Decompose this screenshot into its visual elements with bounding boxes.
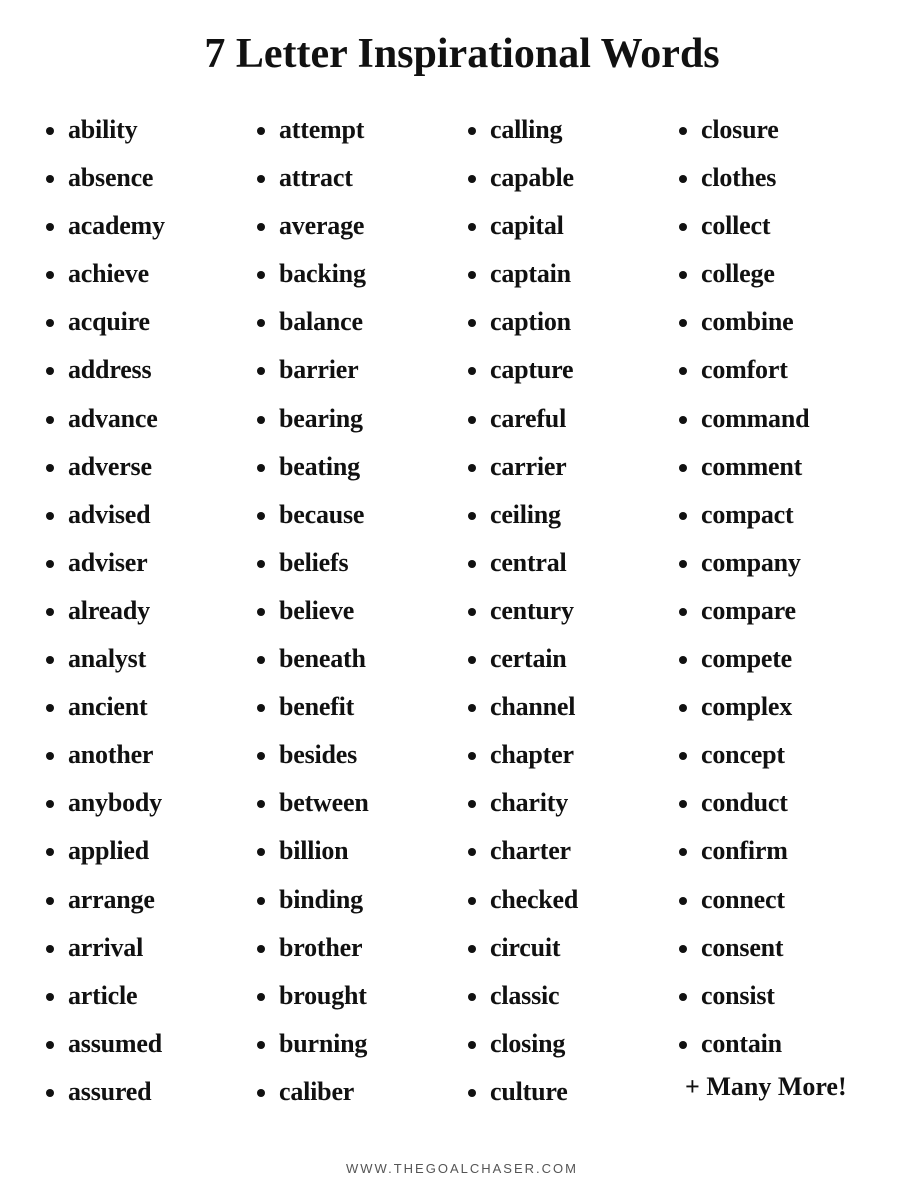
list-item: college [701, 250, 876, 298]
list-item: circuit [490, 924, 665, 972]
list-item: beliefs [279, 539, 454, 587]
column-4: closureclothescollectcollegecombinecomfo… [673, 106, 884, 1145]
list-item: captain [490, 250, 665, 298]
list-item: arrival [68, 924, 243, 972]
list-item: capture [490, 346, 665, 394]
list-item: binding [279, 876, 454, 924]
list-item: calling [490, 106, 665, 154]
list-item: acquire [68, 298, 243, 346]
list-item: benefit [279, 683, 454, 731]
list-item: assumed [68, 1020, 243, 1068]
list-item: checked [490, 876, 665, 924]
list-item: century [490, 587, 665, 635]
list-item: capital [490, 202, 665, 250]
word-columns: abilityabsenceacademyachieveacquireaddre… [40, 106, 884, 1145]
list-item: comfort [701, 346, 876, 394]
list-item: ancient [68, 683, 243, 731]
list-item: address [68, 346, 243, 394]
list-item: collect [701, 202, 876, 250]
list-item: adverse [68, 443, 243, 491]
list-item: absence [68, 154, 243, 202]
list-item: burning [279, 1020, 454, 1068]
list-item: article [68, 972, 243, 1020]
list-item: barrier [279, 346, 454, 394]
list-item: careful [490, 395, 665, 443]
list-item: assured [68, 1068, 243, 1116]
list-item: applied [68, 827, 243, 875]
list-item: adviser [68, 539, 243, 587]
list-item: carrier [490, 443, 665, 491]
list-item: billion [279, 827, 454, 875]
list-item: because [279, 491, 454, 539]
list-item: balance [279, 298, 454, 346]
list-item: caption [490, 298, 665, 346]
list-item: certain [490, 635, 665, 683]
list-item: brought [279, 972, 454, 1020]
list-item: central [490, 539, 665, 587]
list-item: arrange [68, 876, 243, 924]
list-item: consent [701, 924, 876, 972]
list-item: comment [701, 443, 876, 491]
list-item: company [701, 539, 876, 587]
list-item: caliber [279, 1068, 454, 1116]
list-item: advance [68, 395, 243, 443]
list-item: advised [68, 491, 243, 539]
list-item: consist [701, 972, 876, 1020]
page-title: 7 Letter Inspirational Words [204, 30, 719, 78]
list-item: compete [701, 635, 876, 683]
list-item: concept [701, 731, 876, 779]
column-2: attemptattractaveragebackingbalancebarri… [251, 106, 462, 1145]
list-item: ability [68, 106, 243, 154]
list-item: backing [279, 250, 454, 298]
list-item: already [68, 587, 243, 635]
list-item: complex [701, 683, 876, 731]
list-item: channel [490, 683, 665, 731]
list-item: attract [279, 154, 454, 202]
list-item: compare [701, 587, 876, 635]
list-item: conduct [701, 779, 876, 827]
list-item: believe [279, 587, 454, 635]
list-item: contain [701, 1020, 876, 1068]
list-item: clothes [701, 154, 876, 202]
list-item: beating [279, 443, 454, 491]
column-1: abilityabsenceacademyachieveacquireaddre… [40, 106, 251, 1145]
list-item: connect [701, 876, 876, 924]
list-item: compact [701, 491, 876, 539]
list-item: average [279, 202, 454, 250]
list-item: charity [490, 779, 665, 827]
list-item: classic [490, 972, 665, 1020]
list-item: between [279, 779, 454, 827]
list-item: another [68, 731, 243, 779]
list-item: command [701, 395, 876, 443]
list-item: ceiling [490, 491, 665, 539]
list-item: brother [279, 924, 454, 972]
list-item: academy [68, 202, 243, 250]
list-item: combine [701, 298, 876, 346]
list-item: culture [490, 1068, 665, 1116]
list-item: achieve [68, 250, 243, 298]
list-item: attempt [279, 106, 454, 154]
list-item: closure [701, 106, 876, 154]
list-item: besides [279, 731, 454, 779]
footer-url: WWW.THEGOALCHASER.COM [346, 1161, 578, 1176]
list-item: chapter [490, 731, 665, 779]
column-3: callingcapablecapitalcaptaincaptioncaptu… [462, 106, 673, 1145]
list-item: capable [490, 154, 665, 202]
more-words-label: + Many More! [681, 1072, 876, 1102]
list-item: analyst [68, 635, 243, 683]
list-item: anybody [68, 779, 243, 827]
list-item: closing [490, 1020, 665, 1068]
list-item: charter [490, 827, 665, 875]
list-item: confirm [701, 827, 876, 875]
list-item: beneath [279, 635, 454, 683]
list-item: bearing [279, 395, 454, 443]
